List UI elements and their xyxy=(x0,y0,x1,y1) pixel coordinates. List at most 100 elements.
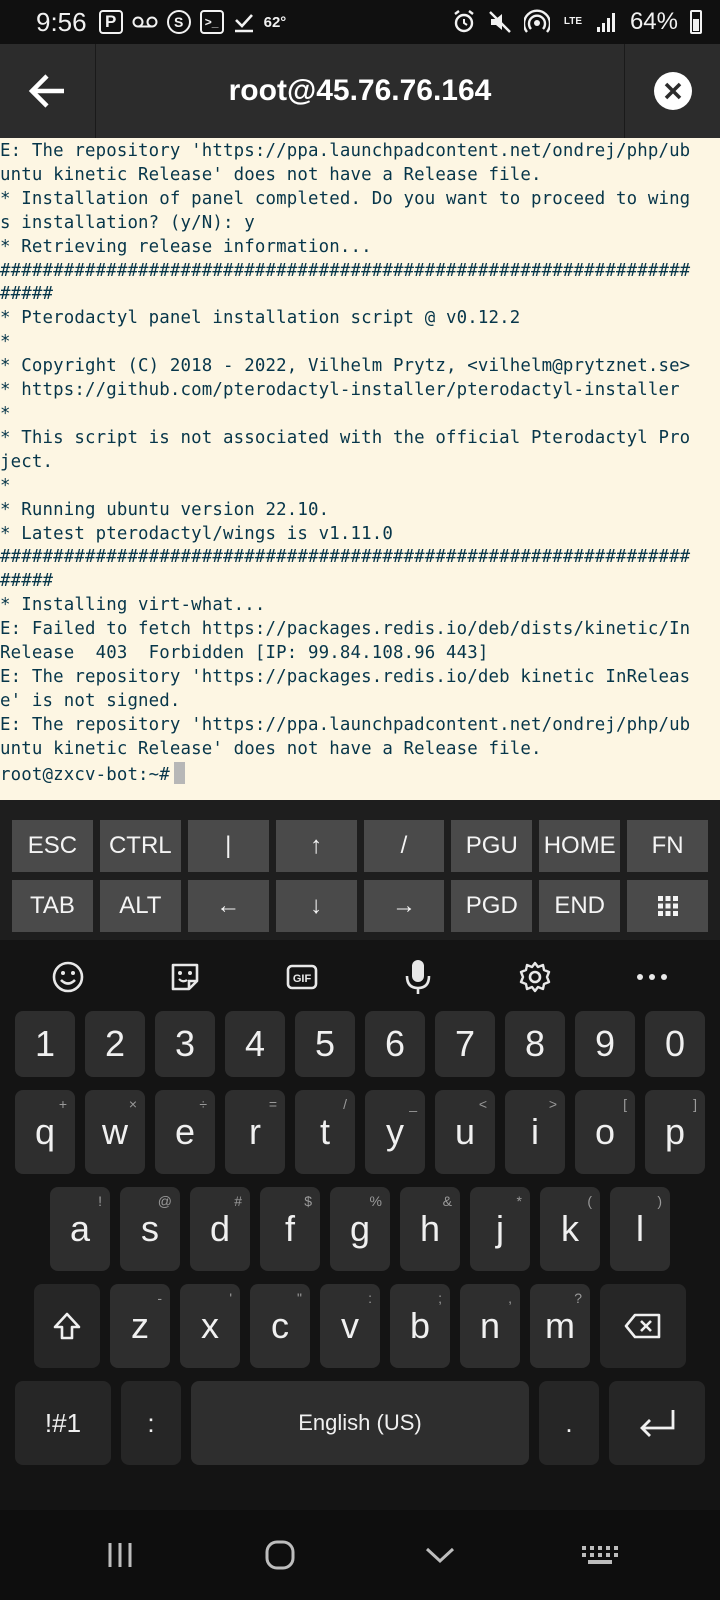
terminal-line: E: Failed to fetch https://packages.redi… xyxy=(0,619,691,640)
key-i[interactable]: > i xyxy=(505,1090,565,1174)
key-p[interactable]: ] p xyxy=(645,1090,705,1174)
close-session-button[interactable] xyxy=(624,44,720,138)
extra-key-pgup[interactable]: PGU xyxy=(451,820,533,872)
extra-key-ctrl[interactable]: CTRL xyxy=(99,820,181,872)
key-1[interactable]: 1 xyxy=(15,1011,75,1077)
key-y[interactable]: _ y xyxy=(365,1090,425,1174)
sticker-button[interactable] xyxy=(155,947,215,1007)
symbols-key[interactable]: !#1 xyxy=(15,1381,111,1465)
key-e[interactable]: ÷ e xyxy=(155,1090,215,1174)
key-q[interactable]: + q xyxy=(15,1090,75,1174)
key-0[interactable]: 0 xyxy=(645,1011,705,1077)
microphone-icon xyxy=(405,960,431,994)
period-key[interactable]: . xyxy=(539,1381,599,1465)
key-4[interactable]: 4 xyxy=(225,1011,285,1077)
terminal-prompt-line[interactable]: root@zxcv-bot:~# xyxy=(0,761,720,788)
key-z[interactable]: -z xyxy=(110,1284,170,1368)
extra-key-pipe[interactable]: | xyxy=(187,820,269,872)
key-7[interactable]: 7 xyxy=(435,1011,495,1077)
gif-icon: GIF xyxy=(286,964,317,990)
extra-key-alt[interactable]: ALT xyxy=(99,880,181,932)
extra-key-home[interactable]: HOME xyxy=(539,820,621,872)
key-8[interactable]: 8 xyxy=(505,1011,565,1077)
key-s[interactable]: @ s xyxy=(120,1187,180,1271)
lte-icon: LTE xyxy=(563,16,583,27)
home-icon xyxy=(265,1540,295,1570)
key-2[interactable]: 2 xyxy=(85,1011,145,1077)
key-x[interactable]: ' x xyxy=(180,1284,240,1368)
key-t[interactable]: / t xyxy=(295,1090,355,1174)
terminal-output[interactable]: E: The repository 'https://ppa.launchpad… xyxy=(0,138,720,800)
back-button[interactable] xyxy=(0,44,96,138)
backspace-key[interactable] xyxy=(600,1284,686,1368)
extra-key-grid[interactable] xyxy=(627,880,708,932)
extra-key-fn[interactable]: FN xyxy=(627,820,708,872)
key-h[interactable]: & h xyxy=(400,1187,460,1271)
space-key[interactable]: English (US) xyxy=(191,1381,529,1465)
extra-key-right[interactable]: → xyxy=(363,880,445,932)
key-9[interactable]: 9 xyxy=(575,1011,635,1077)
keyboard-row-numbers: 1 2 3 4 5 6 7 8 9 0 xyxy=(0,1011,720,1077)
key-g[interactable]: % g xyxy=(330,1187,390,1271)
extra-key-end[interactable]: END xyxy=(539,880,621,932)
terminal-line: ########################################… xyxy=(0,547,691,568)
s-app-icon: S xyxy=(166,10,191,34)
key-f[interactable]: $ f xyxy=(260,1187,320,1271)
keyboard-settings-button[interactable] xyxy=(505,947,565,1007)
home-button[interactable] xyxy=(235,1520,325,1590)
key-3[interactable]: 3 xyxy=(155,1011,215,1077)
keyboard-switch-button[interactable] xyxy=(555,1520,645,1590)
chevron-down-icon xyxy=(425,1547,455,1564)
terminal-line: * xyxy=(0,403,11,424)
extra-key-up[interactable]: ↑ xyxy=(275,820,357,872)
emoji-button[interactable] xyxy=(38,947,98,1007)
extra-key-esc[interactable]: ESC xyxy=(12,820,93,872)
extra-keys-bar: ESC CTRL | ↑ / PGU HOME FN TAB ALT ← ↓ →… xyxy=(0,800,720,940)
enter-key[interactable] xyxy=(609,1381,705,1465)
key-d[interactable]: # d xyxy=(190,1187,250,1271)
extra-key-slash[interactable]: / xyxy=(363,820,445,872)
key-l[interactable]: ) l xyxy=(610,1187,670,1271)
key-5[interactable]: 5 xyxy=(295,1011,355,1077)
hotspot-icon xyxy=(523,9,550,35)
colon-key[interactable]: : xyxy=(121,1381,181,1465)
shift-icon xyxy=(53,1312,81,1340)
key-v[interactable]: :v xyxy=(320,1284,380,1368)
recent-apps-button[interactable] xyxy=(75,1520,165,1590)
terminal-line: * Pterodactyl panel installation script … xyxy=(0,308,521,329)
key-a[interactable]: ! a xyxy=(50,1187,110,1271)
terminal-line: * Installation of panel completed. Do yo… xyxy=(0,188,691,209)
status-bar: 9:56 P S >_ 62° LTE 64% xyxy=(0,0,720,44)
extra-key-down[interactable]: ↓ xyxy=(275,880,357,932)
terminal-line: * Running ubuntu version 22.10. xyxy=(0,499,330,520)
terminal-line: E: The repository 'https://ppa.launchpad… xyxy=(0,714,691,735)
key-c[interactable]: " c xyxy=(250,1284,310,1368)
terminal-line: E: The repository 'https://ppa.launchpad… xyxy=(0,141,691,161)
shift-key[interactable] xyxy=(34,1284,100,1368)
gif-button[interactable]: GIF xyxy=(272,947,332,1007)
keyboard-row-a: ! a @ s # d $ f % g & h * j (k ) l xyxy=(0,1187,720,1271)
keyboard-row-bottom: !#1 : English (US) . xyxy=(0,1381,720,1465)
key-w[interactable]: × w xyxy=(85,1090,145,1174)
terminal-line: e' is not signed. xyxy=(0,690,181,711)
extra-key-left[interactable]: ← xyxy=(187,880,269,932)
more-options-button[interactable] xyxy=(622,947,682,1007)
key-n[interactable]: ,n xyxy=(460,1284,520,1368)
key-u[interactable]: < u xyxy=(435,1090,495,1174)
recent-apps-icon xyxy=(108,1543,132,1567)
extra-key-pgdn[interactable]: PGD xyxy=(451,880,533,932)
extra-key-tab[interactable]: TAB xyxy=(12,880,93,932)
terminal-line: ##### xyxy=(0,571,54,592)
key-6[interactable]: 6 xyxy=(365,1011,425,1077)
key-m[interactable]: ? m xyxy=(530,1284,590,1368)
keyboard-toolbar: GIF xyxy=(0,940,720,1014)
key-r[interactable]: = r xyxy=(225,1090,285,1174)
hide-keyboard-button[interactable] xyxy=(395,1520,485,1590)
key-j[interactable]: * j xyxy=(470,1187,530,1271)
temperature: 62° xyxy=(263,13,287,31)
key-b[interactable]: ; b xyxy=(390,1284,450,1368)
voice-input-button[interactable] xyxy=(388,947,448,1007)
key-o[interactable]: [o xyxy=(575,1090,635,1174)
terminal-line: * This script is not associated with the… xyxy=(0,427,691,448)
key-k[interactable]: (k xyxy=(540,1187,600,1271)
